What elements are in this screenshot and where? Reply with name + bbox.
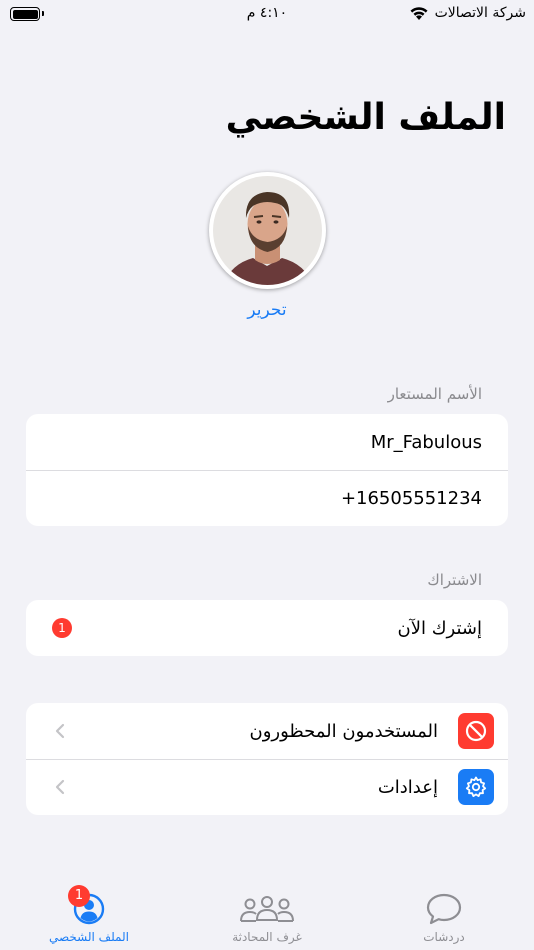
blocked-icon [458,713,494,749]
subscribe-now-label: إشترك الآن [397,617,483,639]
group-icon [240,896,294,922]
username-row[interactable]: Mr_Fabulous [26,414,508,470]
username-value: Mr_Fabulous [370,431,482,453]
subscription-section-header: الاشتراك [427,571,482,589]
settings-row[interactable]: إعدادات [26,759,508,815]
settings-label: إعدادات [377,776,438,798]
chevron-left-icon [55,779,65,795]
nickname-group: Mr_Fabulous +16505551234 [26,414,508,526]
settings-group: المستخدمون المحظورون إعدادات [26,703,508,815]
tab-chat-rooms-label: غرف المحادثة [232,930,302,944]
subscribe-now-row[interactable]: إشترك الآن 1 [26,600,508,656]
gear-icon [458,769,494,805]
avatar[interactable] [209,172,326,289]
chevron-left-icon [55,723,65,739]
wifi-icon [410,7,428,20]
tab-chats-label: دردشات [423,930,465,944]
status-bar: ٤:١٠ م شركة الاتصالات [0,0,534,28]
phone-value: +16505551234 [340,487,482,509]
chat-bubble-icon [426,893,462,925]
blocked-users-label: المستخدمون المحظورون [249,720,438,742]
edit-profile-link[interactable]: تحرير [0,300,534,320]
tab-bar: دردشات غرف المحادثة 1 الملف الشخصي [0,878,534,950]
nickname-section-header: الأسم المستعار [387,385,482,403]
subscription-group: إشترك الآن 1 [26,600,508,656]
tab-chat-rooms[interactable]: غرف المحادثة [212,878,322,944]
tab-profile[interactable]: 1 الملف الشخصي [34,878,144,944]
phone-row[interactable]: +16505551234 [26,470,508,526]
tab-profile-badge: 1 [68,885,90,907]
blocked-users-row[interactable]: المستخدمون المحظورون [26,703,508,759]
carrier-name: شركة الاتصالات [434,5,526,21]
tab-profile-label: الملف الشخصي [49,930,129,944]
subscribe-badge: 1 [52,618,72,638]
page-title: الملف الشخصي [225,97,506,138]
tab-chats[interactable]: دردشات [389,878,499,944]
avatar-image [213,176,322,285]
